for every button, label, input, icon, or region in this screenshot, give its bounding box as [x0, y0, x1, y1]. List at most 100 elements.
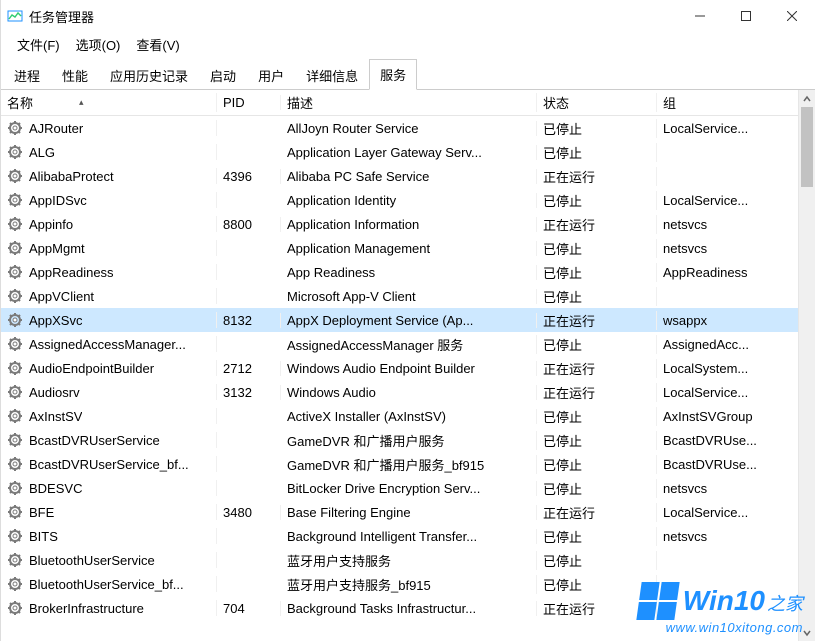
service-desc: Application Layer Gateway Serv...: [281, 145, 537, 160]
table-row[interactable]: AppMgmtApplication Management已停止netsvcs: [1, 236, 815, 260]
service-group: wsappx: [657, 313, 789, 328]
service-pid: 4396: [217, 169, 281, 184]
service-group: LocalService...: [657, 193, 789, 208]
table-row[interactable]: AJRouterAllJoyn Router Service已停止LocalSe…: [1, 116, 815, 140]
service-name: AudioEndpointBuilder: [29, 361, 154, 376]
service-name: AxInstSV: [29, 409, 82, 424]
service-group: netsvcs: [657, 529, 789, 544]
service-state: 已停止: [537, 407, 657, 426]
tab-performance[interactable]: 性能: [51, 60, 99, 90]
table-row[interactable]: BluetoothUserService_bf...蓝牙用户支持服务_bf915…: [1, 572, 815, 596]
table-row[interactable]: Audiosrv3132Windows Audio正在运行LocalServic…: [1, 380, 815, 404]
service-desc: Windows Audio: [281, 385, 537, 400]
service-name: BFE: [29, 505, 54, 520]
col-header-group[interactable]: 组: [657, 93, 789, 112]
service-desc: AllJoyn Router Service: [281, 121, 537, 136]
table-row[interactable]: AppXSvc8132AppX Deployment Service (Ap..…: [1, 308, 815, 332]
scroll-thumb[interactable]: [801, 107, 813, 187]
service-gear-icon: [7, 528, 23, 544]
table-row[interactable]: AlibabaProtect4396Alibaba PC Safe Servic…: [1, 164, 815, 188]
service-name: BluetoothUserService: [29, 553, 155, 568]
table-row[interactable]: AssignedAccessManager...AssignedAccessMa…: [1, 332, 815, 356]
service-gear-icon: [7, 240, 23, 256]
menu-view[interactable]: 查看(V): [130, 33, 185, 56]
service-name: AlibabaProtect: [29, 169, 114, 184]
menubar: 文件(F) 选项(O) 查看(V): [1, 32, 815, 56]
service-desc: Background Intelligent Transfer...: [281, 529, 537, 544]
service-name: AppXSvc: [29, 313, 82, 328]
table-row[interactable]: BITSBackground Intelligent Transfer...已停…: [1, 524, 815, 548]
service-gear-icon: [7, 408, 23, 424]
table-row[interactable]: BcastDVRUserService_bf...GameDVR 和广播用户服务…: [1, 452, 815, 476]
maximize-button[interactable]: [723, 0, 769, 32]
service-desc: AssignedAccessManager 服务: [281, 335, 537, 354]
table-row[interactable]: AppIDSvcApplication Identity已停止LocalServ…: [1, 188, 815, 212]
service-desc: Application Identity: [281, 193, 537, 208]
table-row[interactable]: ALGApplication Layer Gateway Serv...已停止: [1, 140, 815, 164]
service-state: 已停止: [537, 527, 657, 546]
service-gear-icon: [7, 312, 23, 328]
col-header-pid[interactable]: PID: [217, 95, 281, 110]
service-group: netsvcs: [657, 241, 789, 256]
service-desc: Application Information: [281, 217, 537, 232]
tab-app-history[interactable]: 应用历史记录: [99, 60, 199, 90]
service-name: BrokerInfrastructure: [29, 601, 144, 616]
tab-users[interactable]: 用户: [247, 60, 295, 90]
service-group: netsvcs: [657, 481, 789, 496]
service-name: BDESVC: [29, 481, 82, 496]
service-group: LocalSystem...: [657, 361, 789, 376]
service-desc: Application Management: [281, 241, 537, 256]
table-row[interactable]: AppReadinessApp Readiness已停止AppReadiness: [1, 260, 815, 284]
vertical-scrollbar[interactable]: [798, 90, 815, 641]
tab-details[interactable]: 详细信息: [295, 60, 369, 90]
tab-processes[interactable]: 进程: [3, 60, 51, 90]
tab-services[interactable]: 服务: [369, 59, 417, 90]
table-row[interactable]: BrokerInfrastructure704Background Tasks …: [1, 596, 815, 620]
service-gear-icon: [7, 216, 23, 232]
service-pid: 3132: [217, 385, 281, 400]
scroll-up-button[interactable]: [799, 90, 815, 107]
scroll-down-button[interactable]: [799, 624, 815, 641]
menu-options[interactable]: 选项(O): [70, 33, 127, 56]
table-row[interactable]: AudioEndpointBuilder2712Windows Audio En…: [1, 356, 815, 380]
service-state: 已停止: [537, 575, 657, 594]
service-name: BcastDVRUserService: [29, 433, 160, 448]
service-state: 已停止: [537, 119, 657, 138]
service-desc: Windows Audio Endpoint Builder: [281, 361, 537, 376]
minimize-button[interactable]: [677, 0, 723, 32]
table-row[interactable]: Appinfo8800Application Information正在运行ne…: [1, 212, 815, 236]
col-header-desc[interactable]: 描述: [281, 93, 537, 112]
service-state: 正在运行: [537, 599, 657, 618]
service-name: Audiosrv: [29, 385, 80, 400]
table-row[interactable]: BluetoothUserService蓝牙用户支持服务已停止: [1, 548, 815, 572]
service-group: BcastDVRUse...: [657, 433, 789, 448]
table-row[interactable]: BcastDVRUserServiceGameDVR 和广播用户服务已停止Bca…: [1, 428, 815, 452]
col-header-state[interactable]: 状态: [537, 93, 657, 112]
service-gear-icon: [7, 360, 23, 376]
col-header-name-label: 名称: [7, 93, 33, 112]
service-name: AppIDSvc: [29, 193, 87, 208]
service-state: 已停止: [537, 479, 657, 498]
col-header-name[interactable]: 名称 ▴: [1, 93, 217, 112]
table-row[interactable]: BDESVCBitLocker Drive Encryption Serv...…: [1, 476, 815, 500]
service-name: Appinfo: [29, 217, 73, 232]
service-state: 已停止: [537, 143, 657, 162]
service-state: 已停止: [537, 287, 657, 306]
tabbar: 进程 性能 应用历史记录 启动 用户 详细信息 服务: [1, 60, 815, 90]
scroll-track[interactable]: [799, 107, 815, 624]
table-row[interactable]: BFE3480Base Filtering Engine正在运行LocalSer…: [1, 500, 815, 524]
table-row[interactable]: AppVClientMicrosoft App-V Client已停止: [1, 284, 815, 308]
service-desc: App Readiness: [281, 265, 537, 280]
service-pid: 8132: [217, 313, 281, 328]
close-button[interactable]: [769, 0, 815, 32]
sort-indicator-icon: ▴: [79, 97, 84, 108]
service-name: AJRouter: [29, 121, 83, 136]
menu-file[interactable]: 文件(F): [11, 33, 66, 56]
titlebar: 任务管理器: [1, 0, 815, 32]
tab-startup[interactable]: 启动: [199, 60, 247, 90]
table-row[interactable]: AxInstSVActiveX Installer (AxInstSV)已停止A…: [1, 404, 815, 428]
service-state: 已停止: [537, 431, 657, 450]
service-gear-icon: [7, 480, 23, 496]
service-state: 正在运行: [537, 311, 657, 330]
service-group: BcastDVRUse...: [657, 457, 789, 472]
